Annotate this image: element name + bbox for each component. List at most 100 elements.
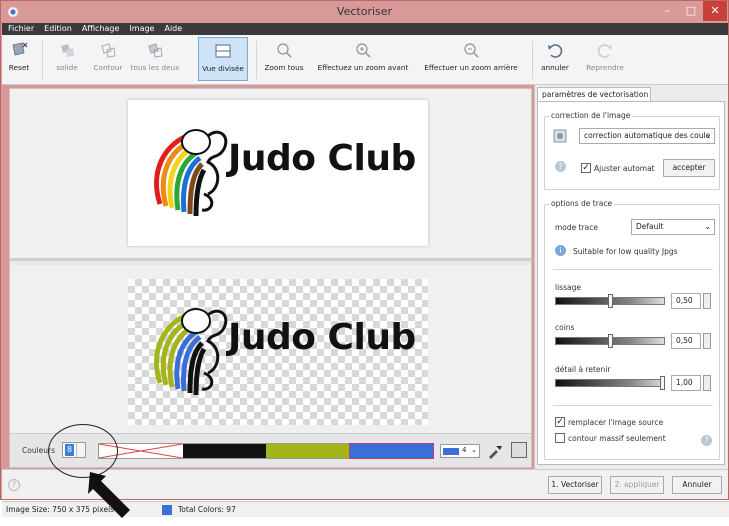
slider-thumb[interactable]: [660, 376, 665, 390]
slider-thumb[interactable]: [608, 334, 613, 348]
lissage-stepper[interactable]: [703, 293, 711, 309]
trace-options-title: options de trace: [549, 199, 615, 208]
judo-logo-graphic: [154, 129, 228, 217]
coins-stepper[interactable]: [703, 333, 711, 349]
menu-edition[interactable]: Edition: [39, 23, 77, 35]
swatch-black[interactable]: [182, 444, 266, 458]
chevron-down-icon: ⌄: [704, 131, 711, 140]
swatch-dropdown-value: 4: [462, 446, 467, 454]
split-view-icon: [215, 44, 231, 58]
slider-thumb[interactable]: [608, 294, 613, 308]
outline-icon: [101, 43, 116, 58]
maximize-button[interactable]: □: [679, 1, 703, 21]
lissage-value[interactable]: 0,50: [671, 293, 701, 309]
reset-label: Reset: [8, 63, 30, 72]
zoom-fit-icon: [277, 43, 292, 58]
title-bar: Vectoriser – □ ✕: [1, 1, 728, 23]
solide-button[interactable]: solide: [48, 37, 86, 81]
coins-value[interactable]: 0,50: [671, 333, 701, 349]
replace-source-checkbox[interactable]: ✓: [555, 417, 565, 427]
menu-image[interactable]: Image: [124, 23, 159, 35]
correction-mode-select[interactable]: correction automatique des coule ⌄: [579, 128, 715, 144]
chevron-down-icon: ⌄: [704, 222, 711, 231]
menu-bar: Fichier Edition Affichage Image Aide: [2, 23, 728, 35]
lissage-label: lissage: [555, 283, 581, 292]
status-color-swatch: [162, 505, 172, 515]
menu-fichier[interactable]: Fichier: [2, 23, 39, 35]
replace-source-label: remplacer l'image source: [568, 418, 664, 427]
accept-button[interactable]: accepter: [663, 159, 715, 177]
contour-button[interactable]: Contour: [90, 37, 126, 81]
lissage-slider[interactable]: [555, 294, 665, 308]
settings-icon: [553, 129, 567, 143]
auto-adjust-label: Ajuster automat: [594, 164, 655, 173]
toolbar-separator: [532, 41, 533, 79]
workspace: Judo Club Judo Club Couleurs 8 4 ⌄: [9, 88, 532, 468]
massive-outline-label: contour massif seulement: [568, 434, 666, 443]
image-correction-title: correction de l'image: [549, 111, 633, 120]
menu-affichage[interactable]: Affichage: [77, 23, 125, 35]
contour-label: Contour: [93, 63, 123, 72]
redo-icon: [597, 44, 612, 58]
tous-les-deux-button[interactable]: tous les deux: [130, 37, 180, 81]
vector-image[interactable]: Judo Club: [128, 279, 428, 425]
total-colors-status: Total Colors: 97: [178, 505, 236, 514]
window-title: Vectoriser: [336, 5, 393, 18]
logo-text: Judo Club: [228, 138, 416, 179]
vector-logo-text: Judo Club: [228, 317, 416, 358]
zoom-in-button[interactable]: Effectuez un zoom avant: [312, 37, 414, 81]
apply-button[interactable]: 2. appliquer: [610, 476, 664, 494]
detail-stepper[interactable]: [703, 375, 711, 391]
zoom-in-label: Effectuez un zoom avant: [317, 63, 409, 72]
detail-slider[interactable]: [555, 376, 665, 390]
trace-mode-value: Default: [636, 222, 664, 231]
massive-outline-checkbox[interactable]: [555, 433, 565, 443]
side-panel: paramètres de vectorisation correction d…: [534, 85, 728, 469]
info-icon: i: [555, 245, 566, 256]
menu-aide[interactable]: Aide: [159, 23, 187, 35]
undo-button[interactable]: annuler: [538, 37, 572, 81]
swatch-green[interactable]: [266, 444, 350, 458]
judo-logo-vector-graphic: [154, 308, 228, 396]
auto-adjust-checkbox[interactable]: ✓: [581, 163, 591, 173]
chevron-down-icon: ⌄: [471, 446, 477, 454]
palette-icon[interactable]: [511, 442, 527, 458]
close-button[interactable]: ✕: [703, 1, 727, 21]
divider: [553, 269, 713, 270]
eyedropper-icon[interactable]: [486, 442, 504, 460]
zoom-tous-button[interactable]: Zoom tous: [262, 37, 306, 81]
vue-divisee-label: Vue divisée: [202, 64, 244, 73]
help-icon[interactable]: ?: [701, 435, 712, 446]
vector-pane: Judo Club: [10, 265, 531, 433]
redo-button[interactable]: Reprendre: [580, 37, 630, 81]
swatch-color-dropdown[interactable]: 4 ⌄: [440, 444, 480, 458]
vue-divisee-button[interactable]: Vue divisée: [198, 37, 248, 81]
solid-icon: [61, 44, 74, 57]
zoom-in-icon: [356, 43, 371, 58]
zoom-out-icon: [464, 43, 479, 58]
reset-button[interactable]: Reset: [4, 37, 34, 81]
detail-value[interactable]: 1,00: [671, 375, 701, 391]
toolbar-separator: [256, 41, 257, 79]
correction-mode-value: correction automatique des coule: [584, 131, 711, 140]
help-icon[interactable]: ?: [8, 479, 20, 491]
toolbar: Reset solide Contour tous les deux Vue d…: [2, 35, 728, 85]
redo-label: Reprendre: [586, 63, 624, 72]
trace-mode-label: mode trace: [555, 223, 599, 232]
trace-mode-select[interactable]: Default ⌄: [631, 219, 715, 235]
toolbar-separator: [42, 41, 43, 79]
original-pane: Judo Club: [10, 89, 531, 261]
app-window: Vectoriser – □ ✕ Fichier Edition Affichage…: [0, 0, 729, 517]
vectoriser-button[interactable]: 1. Vectoriser: [548, 476, 602, 494]
swatch-blue[interactable]: [348, 443, 434, 459]
cancel-button[interactable]: Annuler: [672, 476, 722, 494]
original-image[interactable]: Judo Club: [128, 100, 428, 246]
solide-label: solide: [56, 63, 78, 72]
tab-vectorisation-settings[interactable]: paramètres de vectorisation: [537, 87, 651, 101]
minimize-button[interactable]: –: [655, 1, 679, 21]
coins-label: coins: [555, 323, 575, 332]
zoom-tous-label: Zoom tous: [264, 63, 304, 72]
trace-options-group: options de trace mode trace Default ⌄ i …: [544, 199, 720, 460]
coins-slider[interactable]: [555, 334, 665, 348]
zoom-out-button[interactable]: Effectuer un zoom arrière: [418, 37, 524, 81]
